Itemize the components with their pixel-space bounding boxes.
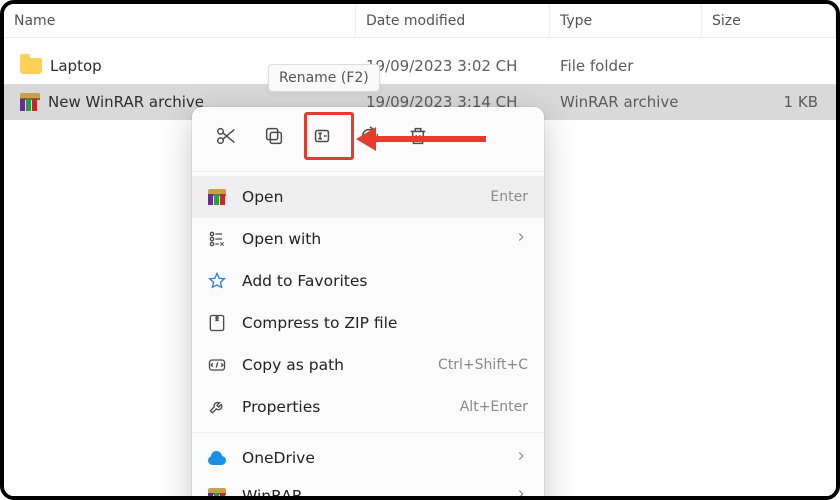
file-type: WinRAR archive	[550, 93, 702, 111]
menu-item-label: WinRAR	[242, 487, 500, 500]
column-header-date[interactable]: Date modified	[356, 4, 550, 37]
file-name: New WinRAR archive	[48, 93, 204, 111]
menu-separator	[192, 432, 544, 433]
star-icon	[207, 271, 227, 291]
menu-item-open[interactable]: Open Enter	[192, 176, 544, 218]
scissors-icon	[215, 125, 237, 147]
menu-item-label: Copy as path	[242, 356, 424, 374]
menu-item-onedrive[interactable]: OneDrive	[192, 437, 544, 479]
menu-item-properties[interactable]: Properties Alt+Enter	[192, 386, 544, 428]
file-name: Laptop	[50, 57, 102, 75]
context-menu: Open Enter Open with Add to Favorites Co…	[192, 107, 544, 500]
menu-item-copy-path[interactable]: Copy as path Ctrl+Shift+C	[192, 344, 544, 386]
submenu-chevron-icon	[514, 449, 528, 467]
column-header: Name Date modified Type Size	[4, 4, 836, 38]
menu-item-open-with[interactable]: Open with	[192, 218, 544, 260]
file-date: 19/09/2023 3:02 CH	[356, 57, 550, 75]
menu-separator	[192, 171, 544, 172]
share-icon	[359, 125, 381, 147]
column-header-name[interactable]: Name	[4, 4, 356, 37]
zip-icon	[207, 313, 227, 333]
delete-button[interactable]	[394, 115, 442, 157]
copy-icon	[263, 125, 285, 147]
menu-item-compress-zip[interactable]: Compress to ZIP file	[192, 302, 544, 344]
menu-item-label: Add to Favorites	[242, 272, 528, 290]
menu-item-label: Open	[242, 188, 476, 206]
rename-button[interactable]	[298, 115, 346, 157]
submenu-chevron-icon	[514, 230, 528, 248]
onedrive-icon	[206, 451, 228, 465]
cut-button[interactable]	[202, 115, 250, 157]
winrar-archive-icon	[20, 93, 40, 111]
copy-path-icon	[207, 355, 227, 375]
winrar-icon	[208, 189, 226, 205]
menu-item-shortcut: Ctrl+Shift+C	[438, 357, 528, 373]
menu-item-label: Properties	[242, 398, 446, 416]
menu-item-label: OneDrive	[242, 449, 500, 467]
column-header-type[interactable]: Type	[550, 4, 702, 37]
context-menu-toolbar	[192, 107, 544, 167]
menu-item-label: Compress to ZIP file	[242, 314, 528, 332]
file-size: 1 KB	[702, 93, 836, 111]
winrar-icon	[208, 488, 226, 500]
folder-icon	[20, 58, 42, 74]
open-with-icon	[207, 229, 227, 249]
menu-item-shortcut: Alt+Enter	[460, 399, 528, 415]
submenu-chevron-icon	[514, 487, 528, 500]
menu-item-winrar[interactable]: WinRAR	[192, 479, 544, 500]
menu-item-favorites[interactable]: Add to Favorites	[192, 260, 544, 302]
wrench-icon	[207, 397, 227, 417]
file-row[interactable]: Laptop 19/09/2023 3:02 CH File folder	[4, 48, 836, 84]
menu-item-shortcut: Enter	[490, 189, 528, 205]
copy-button[interactable]	[250, 115, 298, 157]
rename-tooltip: Rename (F2)	[268, 64, 380, 92]
file-type: File folder	[550, 57, 702, 75]
rename-icon	[311, 125, 333, 147]
trash-icon	[407, 125, 429, 147]
column-header-size[interactable]: Size	[702, 4, 836, 37]
menu-item-label: Open with	[242, 230, 500, 248]
share-button[interactable]	[346, 115, 394, 157]
